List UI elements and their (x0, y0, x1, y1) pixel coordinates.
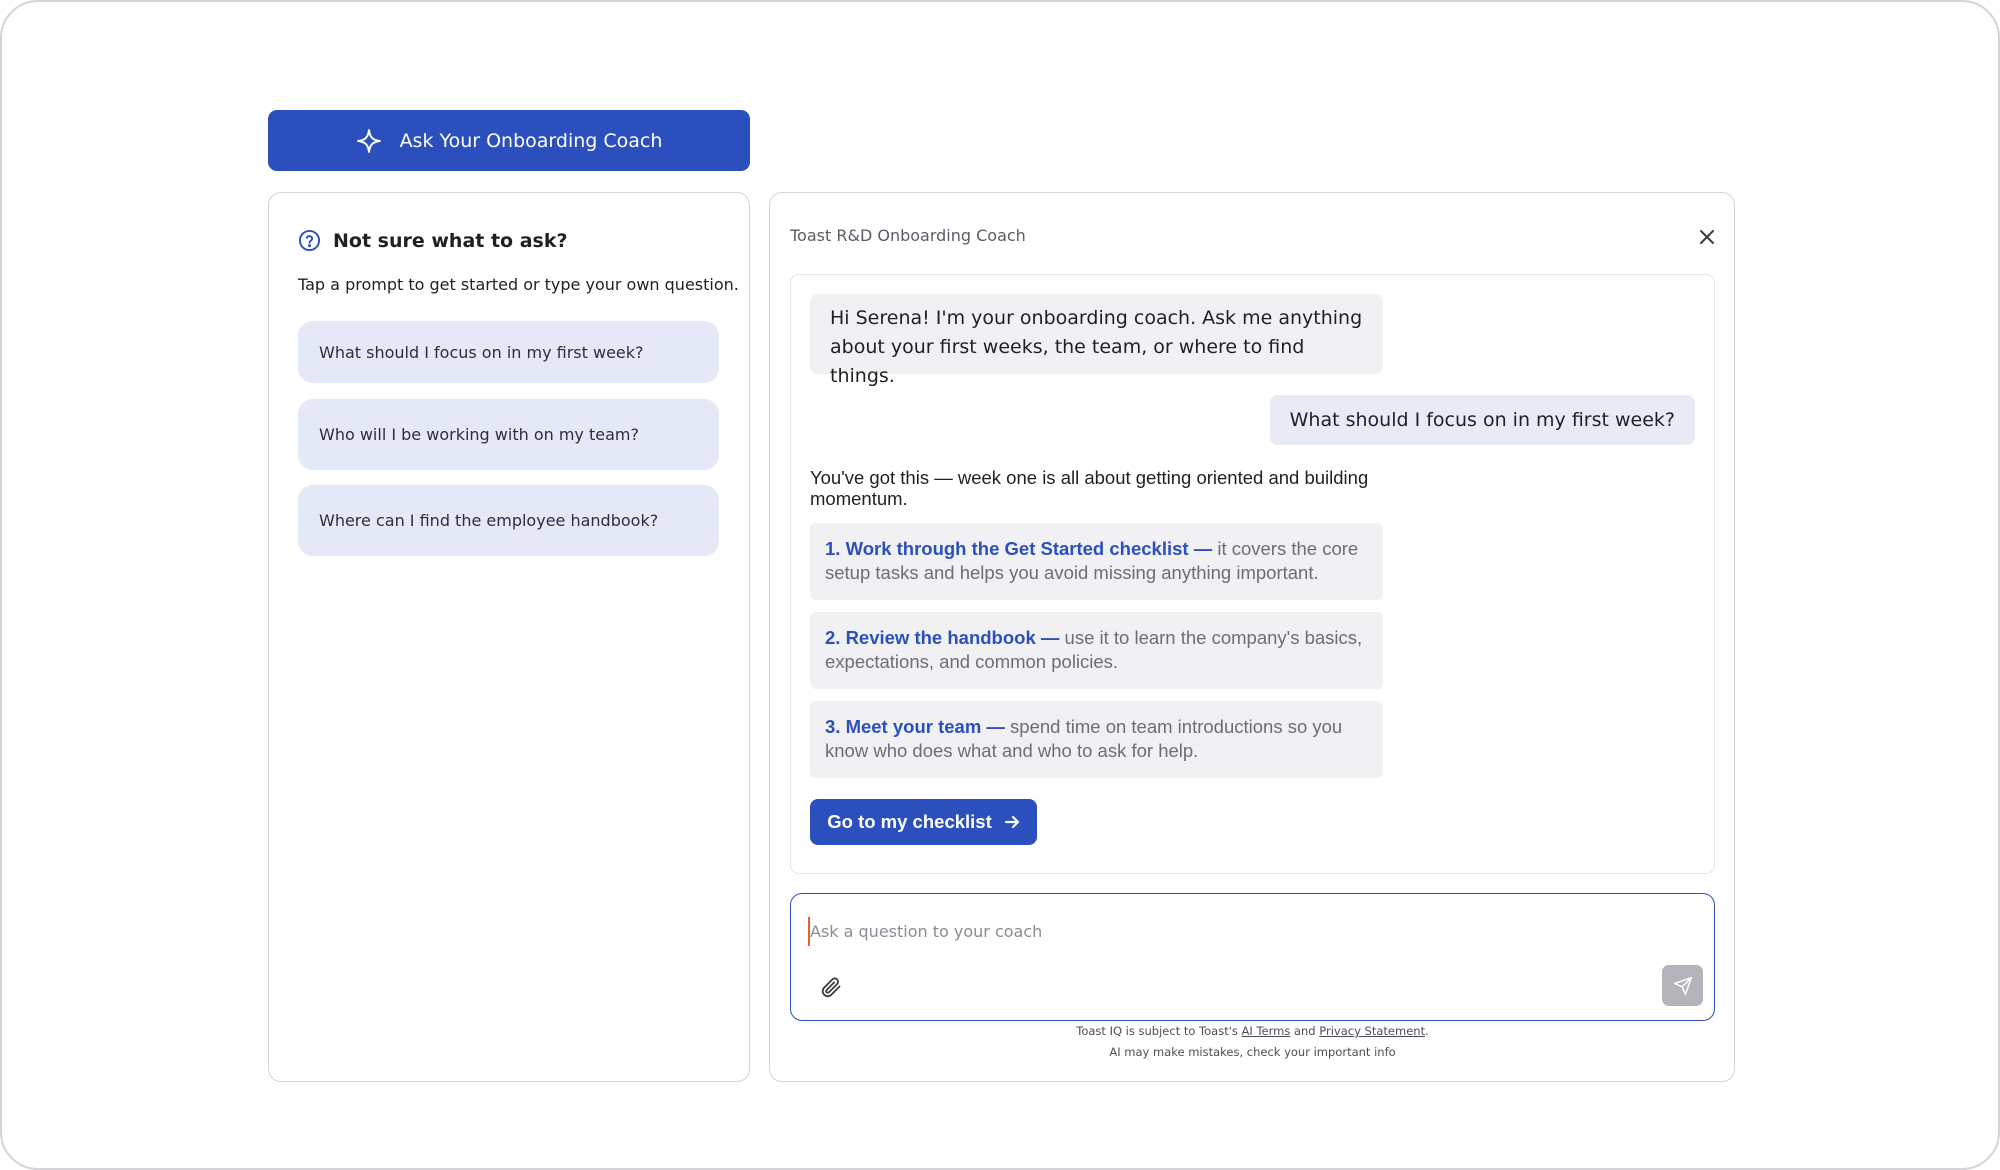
app-frame: Ask Your Onboarding Coach Not sure what … (0, 0, 2000, 1170)
disclaimer-and: and (1290, 1024, 1320, 1038)
disclaimer-note: AI may make mistakes, check your importa… (1109, 1045, 1396, 1059)
question-circle-icon (298, 229, 321, 252)
reply-step-card: 1. Work through the Get Started checklis… (810, 523, 1383, 600)
message-list[interactable]: Hi Serena! I'm your onboarding coach. As… (790, 274, 1715, 874)
go-to-checklist-button[interactable]: Go to my checklist (810, 799, 1037, 845)
sparkle-icon (356, 128, 381, 153)
prompt-chip[interactable]: What should I focus on in my first week? (298, 321, 719, 383)
prompt-chip[interactable]: Where can I find the employee handbook? (298, 485, 719, 556)
privacy-statement-link[interactable]: Privacy Statement (1319, 1024, 1425, 1038)
paperclip-icon[interactable] (819, 975, 843, 999)
chat-input[interactable] (810, 916, 1670, 946)
disclaimer-prefix: Toast IQ is subject to Toast's (1076, 1024, 1242, 1038)
disclaimer-line: Toast IQ is subject to Toast's AI Terms … (790, 1024, 1715, 1038)
coach-greeting-message: Hi Serena! I'm your onboarding coach. As… (810, 294, 1383, 387)
ask-button-label: Ask Your Onboarding Coach (399, 129, 663, 152)
coach-reply-intro: You've got this — week one is all about … (810, 467, 1369, 509)
disclaimer-suffix: . (1425, 1024, 1429, 1038)
send-button[interactable] (1662, 965, 1703, 1006)
arrow-right-icon (1004, 815, 1019, 829)
ai-terms-link[interactable]: AI Terms (1242, 1024, 1291, 1038)
ask-onboarding-coach-button[interactable]: Ask Your Onboarding Coach (268, 110, 750, 171)
prompts-subtitle: Tap a prompt to get started or type your… (298, 275, 739, 294)
send-icon (1673, 976, 1692, 995)
step-lead: 2. Review the handbook — (825, 627, 1060, 648)
step-lead: 3. Meet your team — (825, 716, 1005, 737)
reply-step-card: 3. Meet your team — spend time on team i… (810, 701, 1383, 778)
prompts-panel: Not sure what to ask? Tap a prompt to ge… (268, 192, 750, 1082)
user-message: What should I focus on in my first week? (1269, 395, 1695, 445)
chat-input-box[interactable] (790, 893, 1715, 1021)
prompts-header: Not sure what to ask? (298, 229, 568, 252)
close-icon[interactable] (1697, 227, 1717, 247)
prompt-chip[interactable]: Who will I be working with on my team? (298, 399, 719, 470)
reply-step-card: 2. Review the handbook — use it to learn… (810, 612, 1383, 689)
prompts-title: Not sure what to ask? (333, 229, 568, 252)
go-to-checklist-label: Go to my checklist (827, 811, 992, 832)
chat-title: Toast R&D Onboarding Coach (790, 226, 1026, 245)
chat-panel: Toast R&D Onboarding Coach Hi Serena! I'… (769, 192, 1735, 1082)
step-lead: 1. Work through the Get Started checklis… (825, 538, 1213, 559)
